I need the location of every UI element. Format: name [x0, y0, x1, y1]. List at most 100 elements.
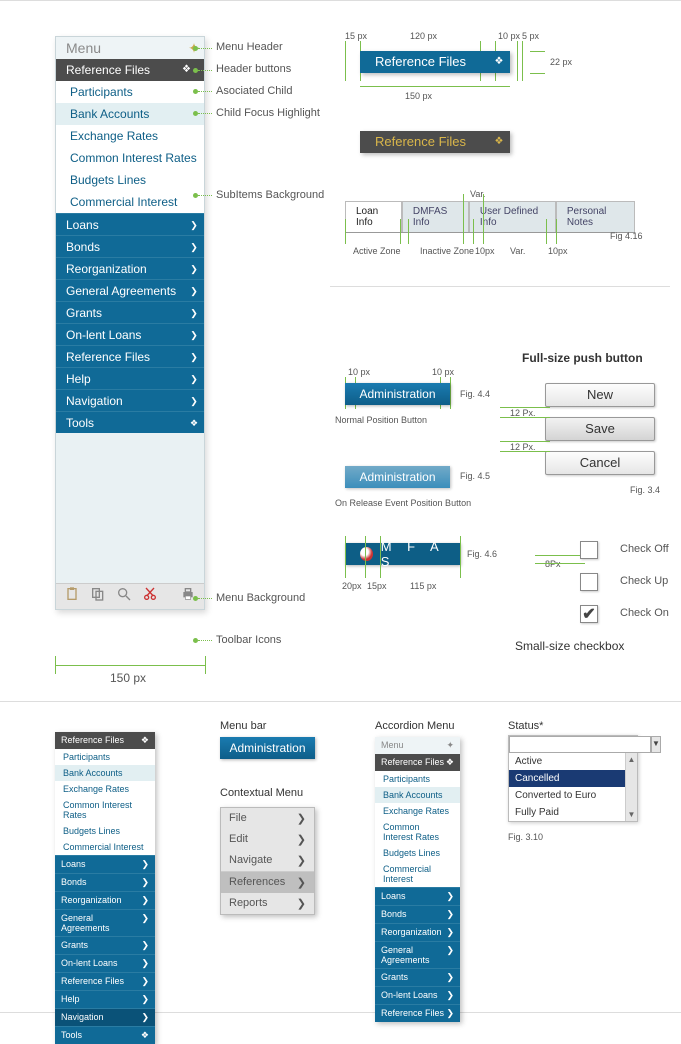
tab[interactable]: Loan Info — [345, 201, 402, 232]
menu-category[interactable]: Navigation❯ — [55, 1008, 155, 1026]
status-option[interactable]: Cancelled — [509, 770, 625, 787]
menu-category[interactable]: Bonds❯ — [375, 905, 460, 923]
menu-sub-item[interactable]: Common Interest Rates — [55, 797, 155, 823]
menu-category[interactable]: Reorganization❯ — [56, 257, 204, 279]
chevron-icon: ❯ — [446, 1008, 454, 1019]
menu-category[interactable]: Loans❯ — [56, 213, 204, 235]
menu-category[interactable]: Reference Files❯ — [56, 345, 204, 367]
position-button-release[interactable]: Administration — [345, 466, 450, 488]
chevron-icon: ❯ — [141, 940, 149, 951]
chevron-icon: ❯ — [446, 990, 454, 1001]
annotation: Header buttons — [216, 63, 291, 75]
menu-category[interactable]: Bonds❯ — [55, 873, 155, 891]
menu-category[interactable]: Tools❖ — [56, 411, 204, 433]
menu-category[interactable]: Navigation❯ — [56, 389, 204, 411]
checkbox-off[interactable] — [580, 541, 598, 559]
menu-category[interactable]: Help❯ — [56, 367, 204, 389]
menu-category[interactable]: Loans❯ — [375, 887, 460, 905]
menu-sub-item[interactable]: Common Interest Rates — [56, 147, 204, 169]
context-menu-item[interactable]: Reports❯ — [221, 893, 314, 914]
status-option[interactable]: Active — [509, 753, 625, 770]
menu-category[interactable]: Reference Files❯ — [375, 1004, 460, 1022]
clipboard-icon[interactable] — [64, 586, 80, 607]
context-menu-item[interactable]: References❯ — [221, 871, 314, 893]
reference-bar-dark[interactable]: Reference Files❖ — [360, 131, 510, 153]
copy-icon[interactable] — [90, 586, 106, 607]
menubar-button[interactable]: Administration — [220, 737, 315, 759]
menu-sub-item[interactable]: Commercial Interest — [55, 839, 155, 855]
menu-category[interactable]: On-lent Loans❯ — [56, 323, 204, 345]
menu-sub-item[interactable]: Budgets Lines — [56, 169, 204, 191]
menu-sub-item[interactable]: Participants — [55, 749, 155, 765]
section-title: Status* — [508, 720, 543, 732]
menu-category[interactable]: Grants❯ — [375, 968, 460, 986]
menu-category[interactable]: Bonds❯ — [56, 235, 204, 257]
menu-sub-item[interactable]: Common Interest Rates — [375, 819, 460, 845]
tab[interactable]: Personal Notes — [556, 201, 635, 232]
position-button[interactable]: Administration — [345, 383, 450, 405]
menu-category[interactable]: Tools❖ — [55, 1026, 155, 1044]
menu-sub-item[interactable]: Exchange Rates — [56, 125, 204, 147]
menu-sub-item[interactable]: Exchange Rates — [375, 803, 460, 819]
menu-category[interactable]: On-lent Loans❯ — [55, 954, 155, 972]
dmfas-logo: M F A S — [345, 543, 460, 565]
cancel-button[interactable]: Cancel — [545, 451, 655, 475]
chevron-icon: ❯ — [184, 280, 204, 302]
tab[interactable]: User Defined Info — [469, 201, 556, 232]
status-option[interactable]: Fully Paid — [509, 804, 625, 821]
menu-header: Menu ✦ — [56, 37, 204, 59]
label: Check Up — [620, 575, 668, 587]
scroll-up-icon[interactable]: ▲ — [628, 755, 636, 764]
menu-category[interactable]: Help❯ — [55, 990, 155, 1008]
context-menu-item[interactable]: Edit❯ — [221, 829, 314, 850]
scroll-down-icon[interactable]: ▼ — [628, 810, 636, 819]
reference-bar-blue[interactable]: Reference Files❖ — [360, 51, 510, 73]
status-input[interactable] — [509, 736, 651, 753]
new-button[interactable]: New — [545, 383, 655, 407]
px-label: 10 px — [348, 367, 370, 377]
expand-icon: ❖ — [488, 51, 510, 73]
px-label: 8Px — [545, 559, 561, 569]
dropdown-toggle[interactable]: ▼ — [651, 736, 661, 753]
checkbox-on[interactable]: ✔ — [580, 605, 598, 623]
annotation: Toolbar Icons — [216, 634, 281, 646]
menu-category[interactable]: Loans❯ — [55, 855, 155, 873]
menu-sub-item[interactable]: Commercial Interest — [375, 861, 460, 887]
menu-selected-item[interactable]: Reference Files❖ — [55, 732, 155, 749]
context-menu-item[interactable]: Navigate❯ — [221, 850, 314, 871]
save-button[interactable]: Save — [545, 417, 655, 441]
menu-sub-item[interactable]: Commercial Interest — [56, 191, 204, 213]
menu-category[interactable]: General Agreements❯ — [55, 909, 155, 936]
status-combobox: ▼ Active Cancelled Converted to Euro Ful… — [508, 735, 638, 822]
section-title: Small-size checkbox — [515, 639, 624, 653]
menu-category[interactable]: On-lent Loans❯ — [375, 986, 460, 1004]
label: Var. — [510, 246, 525, 256]
scrollbar[interactable]: ▲▼ — [625, 753, 637, 821]
menu-sub-item[interactable]: Exchange Rates — [55, 781, 155, 797]
menu-category[interactable]: Reference Files❯ — [55, 972, 155, 990]
annotation: Menu Header — [216, 41, 283, 53]
chevron-icon: ❯ — [446, 972, 454, 983]
menu-category[interactable]: General Agreements❯ — [375, 941, 460, 968]
menu-category[interactable]: Grants❯ — [56, 301, 204, 323]
menu-sub-item[interactable]: Bank Accounts — [55, 765, 155, 781]
menu-sub-item[interactable]: Budgets Lines — [375, 845, 460, 861]
menu-category[interactable]: General Agreements❯ — [56, 279, 204, 301]
menu-sub-item[interactable]: Bank Accounts — [375, 787, 460, 803]
status-option[interactable]: Converted to Euro — [509, 787, 625, 804]
menu-category[interactable]: Reorganization❯ — [55, 891, 155, 909]
menu-sub-item[interactable]: Participants — [56, 81, 204, 103]
menu-selected-item[interactable]: Reference Files❖ — [375, 754, 460, 771]
search-icon[interactable] — [116, 586, 132, 607]
context-menu-item[interactable]: File❯ — [221, 808, 314, 829]
checkbox-up[interactable] — [580, 573, 598, 591]
cut-icon[interactable] — [142, 586, 158, 607]
menu-sub-item[interactable]: Bank Accounts — [56, 103, 204, 125]
menu-category[interactable]: Reorganization❯ — [375, 923, 460, 941]
tab[interactable]: DMFAS Info — [402, 201, 469, 232]
menu-sub-item[interactable]: Budgets Lines — [55, 823, 155, 839]
menu-category[interactable]: Grants❯ — [55, 936, 155, 954]
menu-selected-item[interactable]: Reference Files ❖ — [56, 59, 204, 81]
menu-sub-item[interactable]: Participants — [375, 771, 460, 787]
pin-icon[interactable]: ✦ — [446, 740, 454, 751]
